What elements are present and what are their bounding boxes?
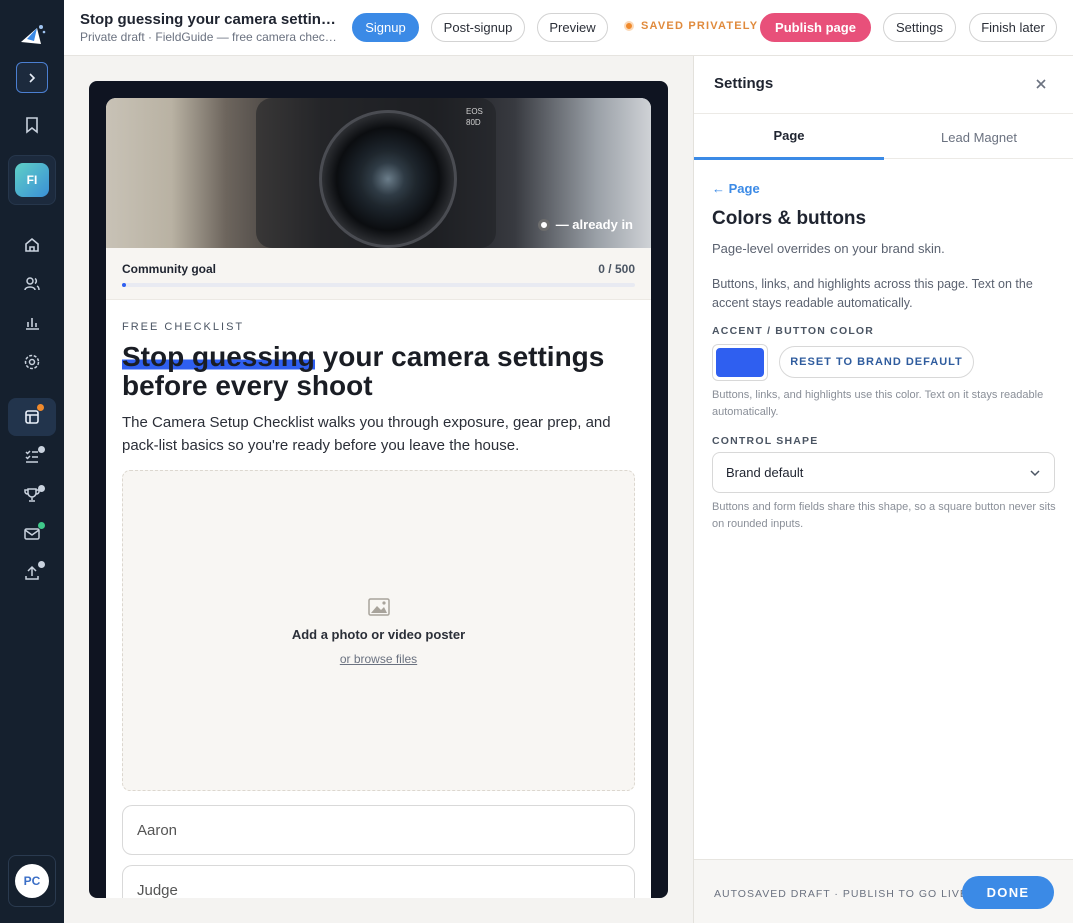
goal-label: Community goal bbox=[122, 262, 217, 276]
page-description[interactable]: The Camera Setup Checklist walks you thr… bbox=[122, 411, 622, 457]
control-shape-hint: Buttons and form fields share this shape… bbox=[712, 501, 1056, 530]
media-dropzone[interactable]: Add a photo or video poster or browse fi… bbox=[122, 470, 635, 791]
headline-highlight: Stop guessing bbox=[122, 341, 315, 372]
control-shape-value: Brand default bbox=[726, 465, 804, 480]
browse-files-row: or browse files bbox=[123, 652, 634, 666]
upload-dot bbox=[38, 561, 45, 568]
counter-dot-icon bbox=[537, 218, 550, 231]
page-preview: EOS 80D — already in Community goal 0 / 5… bbox=[106, 98, 651, 898]
goal-progress-bar bbox=[122, 283, 635, 287]
step-preview-button[interactable]: Preview bbox=[537, 13, 608, 42]
section-title: Colors & buttons bbox=[712, 208, 867, 229]
finish-later-button[interactable]: Finish later bbox=[969, 13, 1057, 42]
hero-image[interactable]: EOS 80D — already in bbox=[106, 98, 651, 248]
chart-icon[interactable] bbox=[22, 313, 42, 333]
signup-counter-label: — already in bbox=[555, 217, 633, 232]
section-subtitle: Page-level overrides on your brand skin. bbox=[712, 241, 945, 256]
done-button[interactable]: DONE bbox=[962, 876, 1054, 909]
page-subtitle: Private draft · FieldGuide — free camera… bbox=[80, 30, 338, 44]
camera-lens-glass bbox=[359, 150, 417, 208]
gear-icon[interactable] bbox=[22, 352, 42, 372]
browse-files-link[interactable]: or browse files bbox=[340, 652, 417, 666]
accent-color-label: ACCENT / BUTTON COLOR bbox=[712, 325, 875, 337]
user-avatar: PC bbox=[15, 864, 49, 898]
panel-tabs: Page Lead Magnet bbox=[694, 113, 1073, 160]
tab-page[interactable]: Page bbox=[694, 114, 884, 160]
page-title: Stop guessing your camera settings befor… bbox=[80, 11, 338, 28]
accent-hint: Buttons, links, and highlights use this … bbox=[712, 389, 1044, 418]
last-name-field[interactable]: Judge bbox=[122, 865, 635, 898]
workspace-switcher[interactable]: FI bbox=[8, 155, 56, 205]
control-shape-select[interactable]: Brand default bbox=[712, 452, 1055, 493]
saved-status: SAVED PRIVATELY bbox=[624, 20, 758, 32]
home-icon[interactable] bbox=[22, 235, 42, 255]
panel-footer: AUTOSAVED DRAFT · PUBLISH TO GO LIVE DON… bbox=[694, 859, 1073, 923]
user-menu[interactable]: PC bbox=[8, 855, 56, 907]
accent-color-swatch[interactable] bbox=[712, 344, 768, 381]
panel-title: Settings bbox=[714, 75, 774, 92]
app-logo-icon[interactable] bbox=[17, 22, 47, 52]
step-post-signup-button[interactable]: Post-signup bbox=[431, 13, 525, 42]
signup-counter: — already in bbox=[537, 217, 633, 232]
image-icon bbox=[368, 598, 390, 616]
status-dot-icon bbox=[624, 21, 634, 31]
chevron-right-icon bbox=[29, 72, 36, 83]
autosave-note: AUTOSAVED DRAFT · PUBLISH TO GO LIVE bbox=[714, 888, 968, 900]
trophy-dot bbox=[38, 485, 45, 492]
users-icon[interactable] bbox=[22, 274, 42, 294]
goal-progress-fill bbox=[122, 283, 126, 287]
camera-badge: EOS 80D bbox=[466, 107, 483, 127]
step-signup-button[interactable]: Signup bbox=[352, 13, 419, 42]
publish-page-button[interactable]: Publish page bbox=[760, 13, 871, 42]
back-to-page-link[interactable]: ← Page bbox=[712, 181, 760, 196]
expand-sidebar-button[interactable] bbox=[16, 62, 48, 93]
tab-lead-magnet[interactable]: Lead Magnet bbox=[884, 114, 1073, 160]
settings-button[interactable]: Settings bbox=[883, 13, 956, 42]
goal-count: 0 / 500 bbox=[598, 262, 635, 276]
pages-notification-dot bbox=[37, 404, 44, 411]
mail-status-dot bbox=[38, 522, 45, 529]
workspace-avatar: FI bbox=[15, 163, 49, 197]
community-goal: Community goal 0 / 500 bbox=[106, 248, 651, 300]
control-shape-label: CONTROL SHAPE bbox=[712, 435, 819, 447]
headline[interactable]: Stop guessing your camera settings befor… bbox=[122, 341, 637, 400]
bookmark-icon[interactable] bbox=[22, 115, 42, 135]
first-name-field[interactable]: Aaron bbox=[122, 805, 635, 855]
checklist-dot bbox=[38, 446, 45, 453]
close-icon[interactable] bbox=[1033, 76, 1049, 92]
chevron-down-icon bbox=[1030, 469, 1040, 476]
saved-status-label: SAVED PRIVATELY bbox=[641, 20, 759, 32]
section-description: Buttons, links, and highlights across th… bbox=[712, 277, 1033, 310]
eyebrow-label: FREE CHECKLIST bbox=[122, 321, 245, 333]
reset-to-brand-default-button[interactable]: RESET TO BRAND DEFAULT bbox=[779, 346, 974, 378]
settings-panel: Settings Page Lead Magnet ← Page Colors … bbox=[693, 56, 1073, 923]
media-title: Add a photo or video poster bbox=[291, 627, 466, 642]
accent-color-fill bbox=[716, 348, 764, 377]
page-preview-frame: EOS 80D — already in Community goal 0 / 5… bbox=[89, 81, 668, 898]
top-bar: Stop guessing your camera settings befor… bbox=[64, 0, 1073, 56]
left-rail: FI PC bbox=[0, 0, 64, 923]
